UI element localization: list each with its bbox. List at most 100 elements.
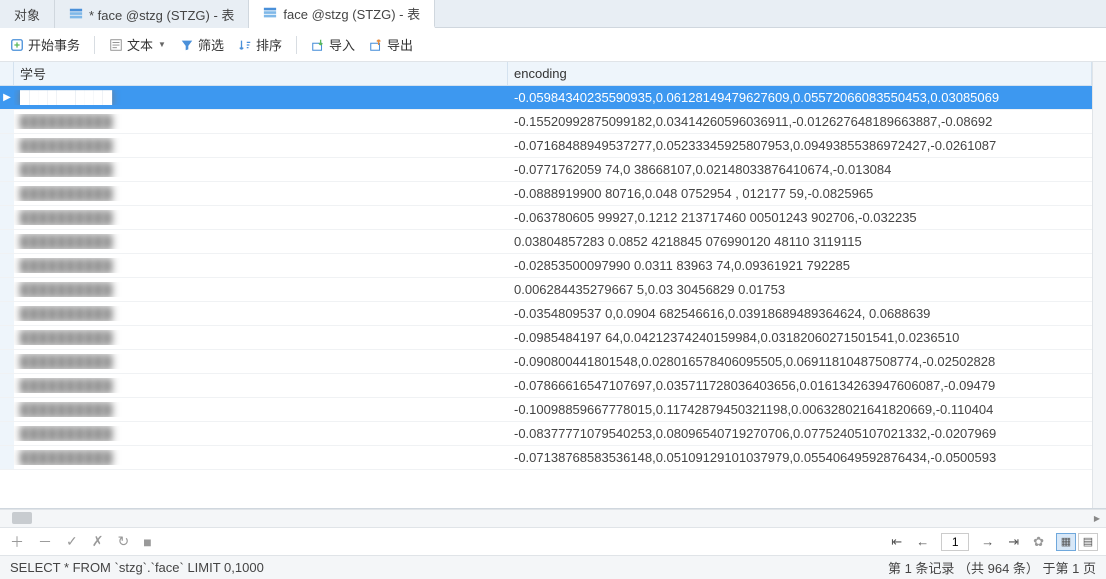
sql-text: SELECT * FROM `stzg`.`face` LIMIT 0,1000 [10,560,888,575]
cell-id[interactable]: ██████████ [14,138,508,153]
tool-label: 排序 [256,35,282,54]
table-row[interactable]: ██████████-0.0354809537 0,0.0904 6825466… [0,302,1092,326]
cancel-button[interactable]: ✗ [90,533,106,550]
cell-id[interactable]: ██████████ [14,402,508,417]
add-row-button[interactable]: ＋ [8,532,26,552]
prev-page-button[interactable]: ← [914,534,931,549]
cell-encoding[interactable]: -0.0354809537 0,0.0904 682546616,0.03918… [508,306,1092,321]
table-row[interactable]: ██████████-0.0985484197 64,0.04212374240… [0,326,1092,350]
divider [94,36,95,54]
cell-encoding[interactable]: -0.063780605 99927,0.1212 213717460 0050… [508,210,1092,225]
column-header-id[interactable]: 学号 [14,62,508,85]
table-row[interactable]: ██████████-0.07168488949537277,0.0523334… [0,134,1092,158]
cell-id[interactable]: ██████████ [14,330,508,345]
table-row[interactable]: ██████████-0.07866616547107697,0.0357117… [0,374,1092,398]
table-icon [69,7,83,21]
tool-label: 开始事务 [28,35,80,54]
stop-button[interactable]: ■ [141,534,153,550]
row-gutter-header [0,62,14,85]
row-indicator [0,446,14,469]
cell-encoding[interactable]: -0.0888919900 80716,0.048 0752954 , 0121… [508,186,1092,201]
filter-button[interactable]: 筛选 [180,35,224,54]
table-row[interactable]: ██████████-0.063780605 99927,0.1212 2137… [0,206,1092,230]
table-row[interactable]: ██████████-0.0888919900 80716,0.048 0752… [0,182,1092,206]
tab-label: face @stzg (STZG) - 表 [283,4,420,23]
cell-id[interactable]: ██████████ [14,258,508,273]
first-page-button[interactable]: ⇤ [889,534,904,550]
cell-id[interactable]: ██████████ [14,90,508,105]
cell-id[interactable]: ██████████ [14,378,508,393]
cell-encoding[interactable]: 0.03804857283 0.0852 4218845 076990120 4… [508,234,1092,249]
record-status: 第 1 条记录 （共 964 条） 于第 1 页 [888,558,1096,577]
cell-id[interactable]: ██████████ [14,234,508,249]
tab-face-edit[interactable]: * face @stzg (STZG) - 表 [55,0,249,28]
scrollbar-thumb[interactable] [12,512,32,524]
export-button[interactable]: 导出 [369,35,413,54]
table-row[interactable]: ██████████-0.08377771079540253,0.0809654… [0,422,1092,446]
begin-transaction-button[interactable]: 开始事务 [10,35,80,54]
cell-id[interactable]: ██████████ [14,114,508,129]
page-input[interactable] [941,533,969,551]
row-indicator [0,230,14,253]
cell-id[interactable]: ██████████ [14,282,508,297]
table-row[interactable]: ██████████-0.0771762059 74,0 38668107,0.… [0,158,1092,182]
cell-encoding[interactable]: -0.05984340235590935,0.06128149479627609… [508,90,1092,105]
table-row[interactable]: ██████████-0.15520992875099182,0.0341426… [0,110,1092,134]
cell-id[interactable]: ██████████ [14,186,508,201]
cell-encoding[interactable]: -0.07866616547107697,0.03571172803640365… [508,378,1092,393]
grid-view-button[interactable]: ▦ [1056,533,1076,551]
scroll-right-button[interactable]: ▶ [1090,512,1104,524]
sort-button[interactable]: 排序 [238,35,282,54]
cell-id[interactable]: ██████████ [14,450,508,465]
row-indicator [0,254,14,277]
tool-label: 筛选 [198,35,224,54]
row-indicator [0,206,14,229]
tab-bar: 对象 * face @stzg (STZG) - 表 face @stzg (S… [0,0,1106,28]
tab-face-view[interactable]: face @stzg (STZG) - 表 [249,0,435,28]
table-row[interactable]: ▶██████████-0.05984340235590935,0.061281… [0,86,1092,110]
cell-encoding[interactable]: 0.006284435279667 5,0.03 30456829 0.0175… [508,282,1092,297]
transaction-icon [10,38,24,52]
next-page-button[interactable]: → [979,534,996,549]
cell-encoding[interactable]: -0.090800441801548,0.028016578406095505,… [508,354,1092,369]
cell-id[interactable]: ██████████ [14,210,508,225]
grid-body: ▶██████████-0.05984340235590935,0.061281… [0,86,1092,508]
table-row[interactable]: ██████████-0.02853500097990 0.0311 83963… [0,254,1092,278]
tab-objects[interactable]: 对象 [0,0,55,28]
refresh-button[interactable]: ↻ [115,533,131,550]
sort-icon [238,38,252,52]
table-row[interactable]: ██████████0.006284435279667 5,0.03 30456… [0,278,1092,302]
cell-encoding[interactable]: -0.10098859667778015,0.11742879450321198… [508,402,1092,417]
import-button[interactable]: 导入 [311,35,355,54]
cell-id[interactable]: ██████████ [14,162,508,177]
import-icon [311,38,325,52]
vertical-scrollbar[interactable] [1092,62,1106,508]
cell-id[interactable]: ██████████ [14,426,508,441]
cell-id[interactable]: ██████████ [14,354,508,369]
text-button[interactable]: 文本 ▼ [109,35,166,54]
table-row[interactable]: ██████████0.03804857283 0.0852 4218845 0… [0,230,1092,254]
apply-button[interactable]: ✓ [64,533,80,550]
delete-row-button[interactable]: － [36,532,54,552]
last-page-button[interactable]: ⇥ [1006,534,1021,550]
table-row[interactable]: ██████████-0.10098859667778015,0.1174287… [0,398,1092,422]
cell-encoding[interactable]: -0.02853500097990 0.0311 83963 74,0.0936… [508,258,1092,273]
form-view-button[interactable]: ▤ [1078,533,1098,551]
data-grid: 学号 encoding ▶██████████-0.05984340235590… [0,62,1106,509]
cell-encoding[interactable]: -0.0771762059 74,0 38668107,0.0214803387… [508,162,1092,177]
table-row[interactable]: ██████████-0.090800441801548,0.028016578… [0,350,1092,374]
row-indicator [0,422,14,445]
horizontal-scrollbar[interactable]: ▶ [0,509,1106,527]
cell-encoding[interactable]: -0.08377771079540253,0.08096540719270706… [508,426,1092,441]
cell-encoding[interactable]: -0.15520992875099182,0.03414260596036911… [508,114,1092,129]
row-indicator [0,134,14,157]
settings-button[interactable]: ✿ [1031,534,1046,550]
toolbar: 开始事务 文本 ▼ 筛选 排序 导入 导出 [0,28,1106,62]
cell-id[interactable]: ██████████ [14,306,508,321]
column-header-encoding[interactable]: encoding [508,62,1092,85]
cell-encoding[interactable]: -0.07138768583536148,0.05109129101037979… [508,450,1092,465]
cell-encoding[interactable]: -0.07168488949537277,0.05233345925807953… [508,138,1092,153]
row-indicator [0,398,14,421]
table-row[interactable]: ██████████-0.07138768583536148,0.0510912… [0,446,1092,470]
cell-encoding[interactable]: -0.0985484197 64,0.04212374240159984,0.0… [508,330,1092,345]
